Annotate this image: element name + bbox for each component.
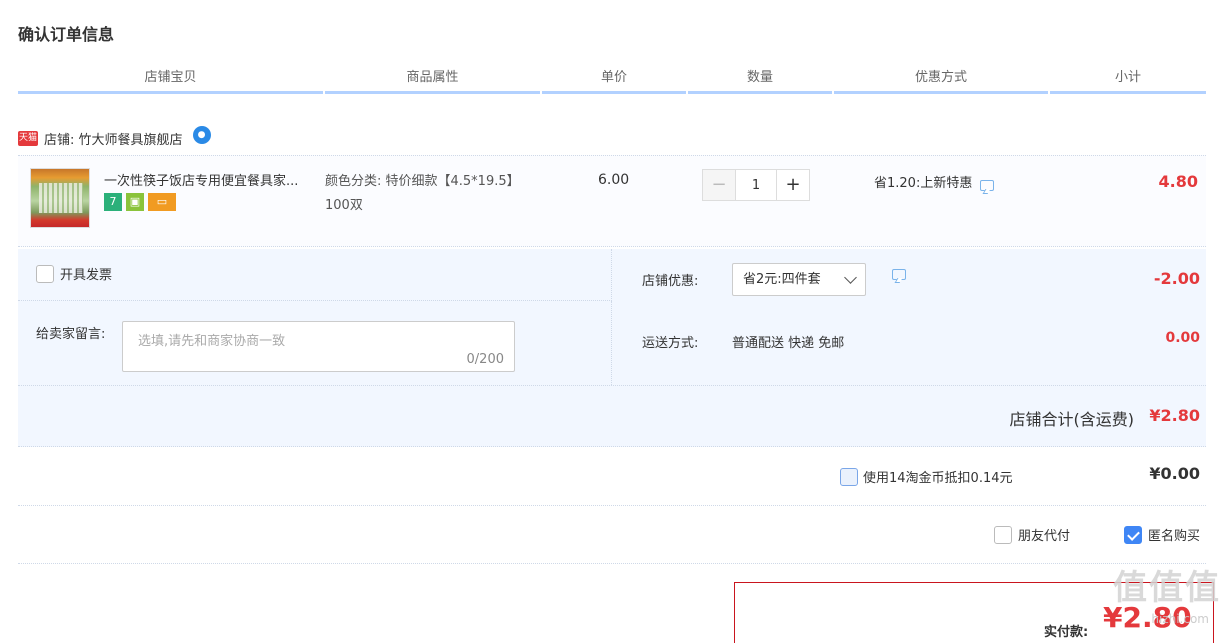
credit-card-icon: ▭	[148, 193, 176, 211]
seven-day-return-icon: 7	[104, 193, 122, 211]
invoice-option[interactable]: 开具发票	[36, 264, 112, 283]
promo-label: 省1.20:上新特惠	[874, 176, 973, 191]
column-header: 店铺宝贝 商品属性 单价 数量 优惠方式 小计	[18, 62, 1206, 94]
shipping-fee: 0.00	[1165, 330, 1200, 346]
col-shop-item: 店铺宝贝	[18, 62, 323, 94]
promo-text: 省1.20:上新特惠	[874, 172, 995, 191]
taobao-coin-row: 使用14淘金币抵扣0.14元 ¥0.00	[18, 448, 1206, 506]
invoice-checkbox[interactable]	[36, 264, 54, 283]
order-extra-panel: 开具发票 给卖家留言: 选填,请先和商家协商一致 0/200 店铺优惠: 省2元…	[18, 249, 1206, 385]
memo-placeholder: 选填,请先和商家协商一致	[138, 334, 286, 349]
friend-pay-option[interactable]: 朋友代付	[994, 525, 1070, 544]
anonymous-option[interactable]: 匿名购买	[1124, 525, 1200, 544]
memo-section: 给卖家留言: 选填,请先和商家协商一致 0/200	[18, 301, 612, 385]
shop-total-value: ¥2.80	[1149, 406, 1200, 425]
shipping-label: 运送方式:	[642, 336, 699, 351]
shop-name[interactable]: 店铺: 竹大师餐具旗舰店	[44, 129, 183, 148]
taobao-coin-option[interactable]: 使用14淘金币抵扣0.14元	[840, 467, 1013, 486]
tmall-badge-icon: 天猫	[18, 130, 38, 146]
order-item-row: 一次性筷子饭店专用便宜餐具家... 7 ▣ ▭ 颜色分类: 特价细款【4.5*1…	[18, 155, 1206, 247]
friend-pay-label: 朋友代付	[1018, 529, 1071, 544]
shop-total-row: 店铺合计(含运费) ¥2.80	[18, 385, 1206, 447]
col-promo: 优惠方式	[834, 62, 1048, 94]
invoice-section: 开具发票	[18, 249, 612, 301]
anonymous-checkbox[interactable]	[1124, 525, 1142, 544]
quantity-input[interactable]: 1	[735, 169, 777, 201]
invoice-label: 开具发票	[60, 268, 113, 283]
memo-char-count: 0/200	[466, 352, 504, 367]
chevron-down-icon	[844, 271, 857, 284]
taobao-coin-label: 使用14淘金币抵扣0.14元	[863, 471, 1013, 486]
product-attribute: 颜色分类: 特价细款【4.5*19.5】100双	[325, 174, 520, 213]
col-attr: 商品属性	[325, 62, 540, 94]
col-price: 单价	[542, 62, 686, 94]
col-qty: 数量	[688, 62, 832, 94]
shop-discount-selected: 省2元:四件套	[743, 272, 821, 287]
comment-icon[interactable]	[980, 180, 995, 191]
shipping-method: 普通配送 快递 免邮	[732, 336, 845, 351]
taobao-coin-checkbox[interactable]	[840, 467, 858, 486]
quantity-stepper: − 1 +	[702, 169, 810, 201]
col-subtotal: 小计	[1050, 62, 1206, 94]
quantity-plus-button[interactable]: +	[776, 169, 810, 201]
shop-line: 天猫 店铺: 竹大师餐具旗舰店 ●	[18, 126, 211, 150]
memo-textarea[interactable]: 选填,请先和商家协商一致 0/200	[122, 321, 515, 372]
shop-discount-value: -2.00	[1153, 269, 1200, 288]
taobao-coin-value: ¥0.00	[1149, 464, 1200, 483]
comment-icon[interactable]	[892, 269, 906, 280]
quantity-minus-button[interactable]: −	[702, 169, 736, 201]
friend-pay-checkbox[interactable]	[994, 525, 1012, 544]
memo-label: 给卖家留言:	[36, 327, 106, 342]
page-title: 确认订单信息	[18, 25, 115, 44]
item-subtotal: 4.80	[1158, 172, 1198, 191]
payment-options-row: 朋友代付 匿名购买	[18, 506, 1206, 564]
shop-discount-select[interactable]: 省2元:四件套	[732, 263, 866, 296]
shop-total-label: 店铺合计(含运费)	[1009, 410, 1135, 429]
shop-discount-label: 店铺优惠:	[642, 274, 699, 289]
unit-price: 6.00	[598, 172, 630, 188]
product-title[interactable]: 一次性筷子饭店专用便宜餐具家...	[104, 170, 324, 189]
watermark-logo: 值值值	[1113, 568, 1221, 608]
service-icons: 7 ▣ ▭	[104, 193, 176, 211]
watermark-url: hizhi.com	[1151, 612, 1209, 626]
payment-label: 实付款:	[1044, 625, 1089, 640]
invoice-icon: ▣	[126, 193, 144, 211]
product-thumbnail[interactable]	[30, 168, 90, 228]
wangwang-chat-icon[interactable]: ●	[192, 126, 211, 144]
anonymous-label: 匿名购买	[1148, 529, 1201, 544]
